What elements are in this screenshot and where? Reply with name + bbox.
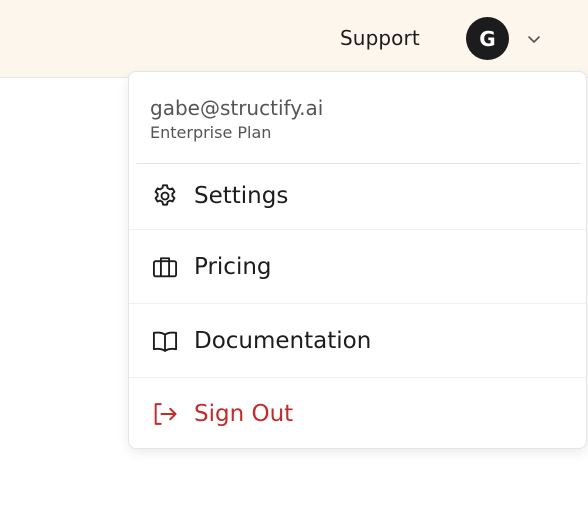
account-plan: Enterprise Plan [150,123,272,142]
avatar-button[interactable]: G [466,17,509,60]
briefcase-icon [152,257,178,278]
account-dropdown-menu: gabe@structify.ai Enterprise Plan Settin… [128,71,587,449]
account-email: gabe@structify.ai [150,96,324,120]
sign-out-icon [154,403,177,425]
support-link[interactable]: Support [340,24,420,52]
menu-item-label: Pricing [194,254,272,280]
menu-item-settings[interactable]: Settings [129,164,586,229]
book-icon [152,331,178,352]
menu-item-sign-out[interactable]: Sign Out [129,378,586,448]
gear-icon [154,184,176,206]
menu-item-label: Sign Out [194,401,294,427]
account-info: gabe@structify.ai Enterprise Plan [150,94,323,144]
menu-item-pricing[interactable]: Pricing [129,230,586,303]
chevron-down-icon[interactable] [525,30,543,48]
menu-item-label: Settings [194,183,289,209]
menu-item-label: Documentation [194,328,372,354]
top-bar: Support G [0,0,588,78]
menu-item-documentation[interactable]: Documentation [129,304,586,377]
avatar-initial: G [479,26,496,51]
